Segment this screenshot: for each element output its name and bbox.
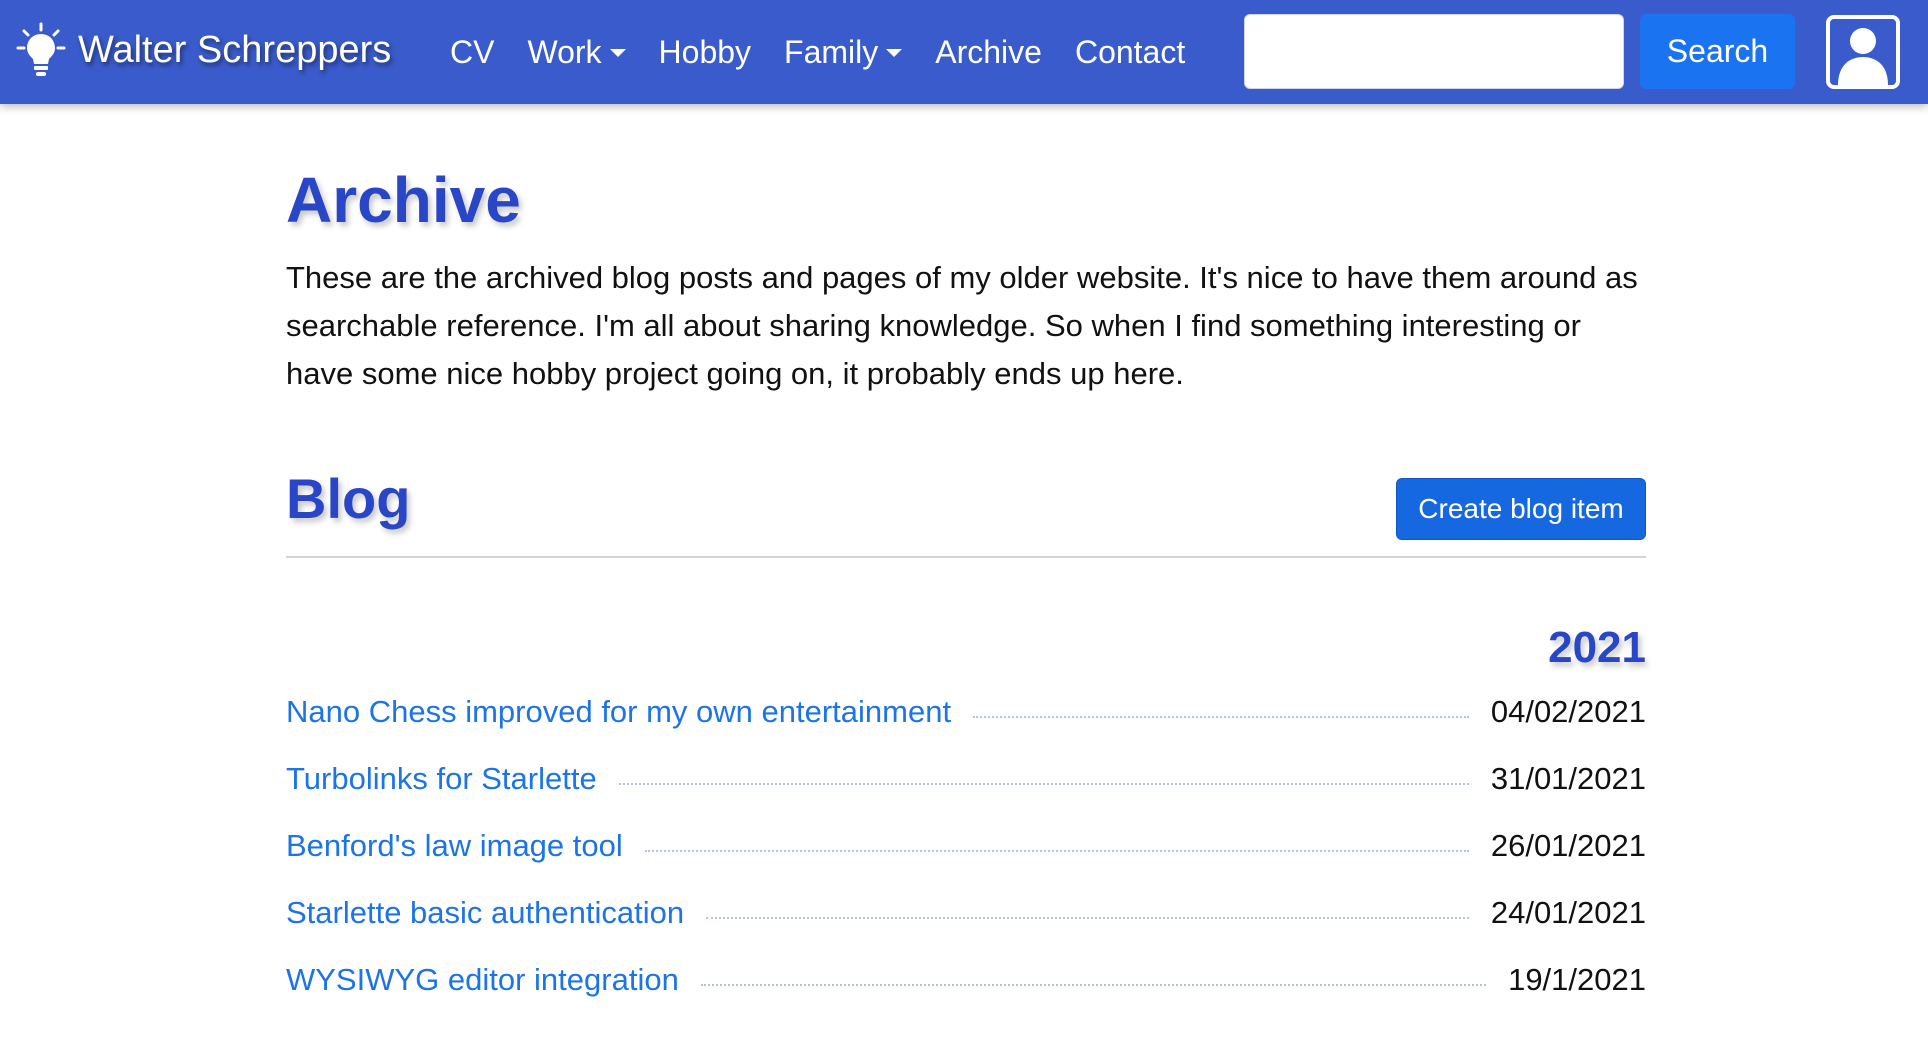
caret-down-icon (609, 49, 626, 57)
dotted-leader (644, 850, 1469, 852)
nav-dropdown-family[interactable]: Family (784, 33, 903, 71)
nav-links: CV Work Hobby Family Archive Contact (450, 24, 1185, 80)
nav-link-label: Archive (935, 33, 1042, 70)
page-title: Archive (286, 164, 521, 236)
list-item: WYSIWYG editor integration 19/1/2021 (286, 946, 1646, 1013)
nav-link-label: Hobby (658, 33, 752, 70)
nav-link-cv[interactable]: CV (450, 34, 494, 71)
main-content: Archive These are the archived blog post… (286, 160, 1646, 1013)
top-navbar: Walter Schreppers CV Work Hobby Family A… (0, 0, 1928, 104)
blog-post-link[interactable]: Turbolinks for Starlette (286, 745, 597, 812)
list-item: Nano Chess improved for my own entertain… (286, 678, 1646, 745)
blog-post-link[interactable]: Nano Chess improved for my own entertain… (286, 678, 951, 745)
dotted-leader (700, 984, 1487, 986)
nav-link-label: Contact (1074, 33, 1186, 70)
list-item: Benford's law image tool 26/01/2021 (286, 812, 1646, 879)
dotted-leader (618, 783, 1469, 785)
nav-link-contact[interactable]: Contact (1075, 34, 1185, 71)
lightbulb-icon (16, 22, 66, 78)
nav-dropdown-work[interactable]: Work (527, 33, 626, 71)
blog-post-link[interactable]: WYSIWYG editor integration (286, 946, 679, 1013)
blog-header: Blog Create blog item (286, 464, 1646, 558)
search-button[interactable]: Search (1640, 14, 1795, 89)
post-date: 04/02/2021 (1490, 694, 1646, 729)
brand-link[interactable]: Walter Schreppers (16, 20, 391, 80)
list-item: Starlette basic authentication 24/01/202… (286, 879, 1646, 946)
post-date: 26/01/2021 (1490, 828, 1646, 863)
dotted-leader (706, 917, 1469, 919)
user-account-button[interactable] (1826, 15, 1900, 89)
caret-down-icon (886, 49, 903, 57)
blog-post-link[interactable]: Starlette basic authentication (286, 879, 684, 946)
nav-link-label: Family (784, 33, 879, 70)
blog-post-link[interactable]: Benford's law image tool (286, 812, 623, 879)
list-item: Turbolinks for Starlette 31/01/2021 (286, 745, 1646, 812)
dotted-leader (973, 716, 1469, 718)
nav-link-label: Work (527, 33, 602, 70)
nav-link-label: CV (450, 33, 495, 70)
brand-name: Walter Schreppers (78, 28, 392, 71)
nav-link-archive[interactable]: Archive (935, 34, 1042, 71)
year-heading: 2021 (1548, 623, 1646, 672)
create-blog-item-button[interactable]: Create blog item (1396, 478, 1646, 540)
post-date: 31/01/2021 (1490, 761, 1646, 796)
user-icon (1838, 28, 1888, 85)
post-date: 24/01/2021 (1490, 895, 1646, 930)
nav-link-hobby[interactable]: Hobby (659, 34, 752, 71)
intro-paragraph: These are the archived blog posts and pa… (286, 260, 1638, 391)
blog-post-list: Nano Chess improved for my own entertain… (286, 678, 1646, 1013)
search-input[interactable] (1244, 14, 1624, 89)
post-date: 19/1/2021 (1508, 962, 1646, 997)
